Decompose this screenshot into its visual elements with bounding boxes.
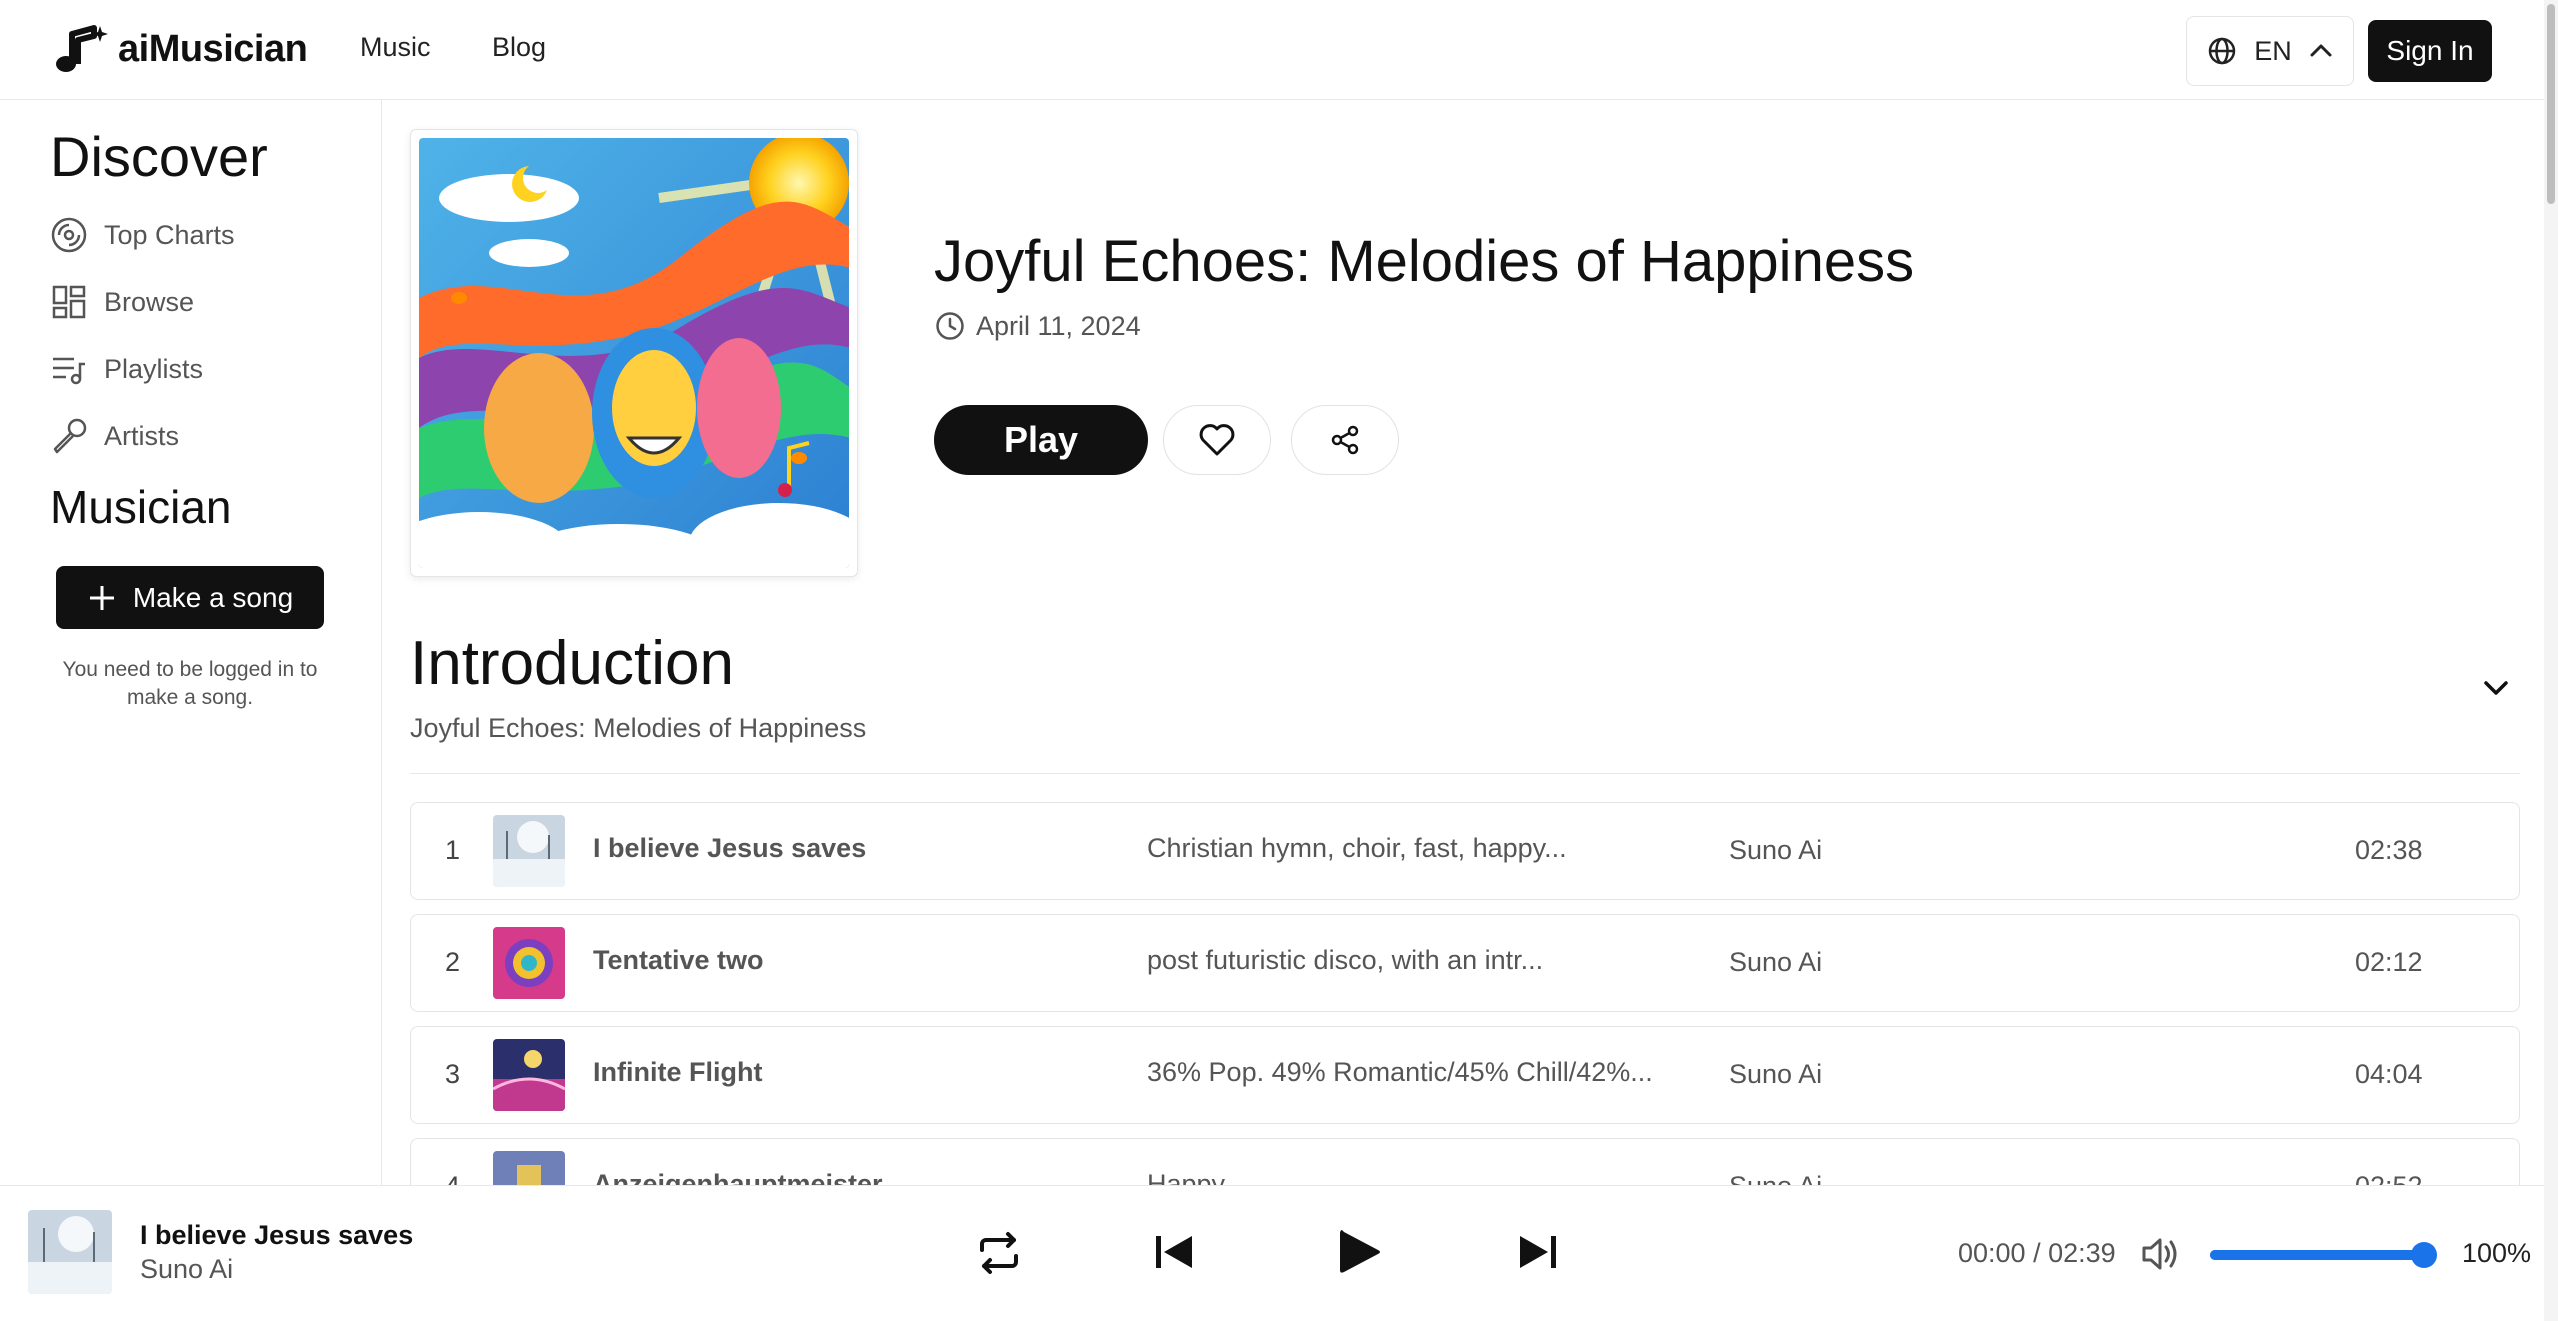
track-number: 1 — [445, 835, 461, 865]
nav-blog[interactable]: Blog — [492, 32, 546, 63]
track-duration: 02:38 — [2355, 835, 2423, 865]
language-label: EN — [2254, 35, 2292, 66]
repeat-button[interactable] — [974, 1228, 1024, 1283]
track-name: I believe Jesus saves — [593, 833, 867, 863]
album-cover — [410, 129, 858, 577]
album-art — [419, 138, 849, 568]
share-icon — [1331, 425, 1359, 455]
expand-introduction-button[interactable] — [2478, 670, 2514, 711]
track-artist: Suno Ai — [1729, 835, 1823, 865]
track-artist: Suno Ai — [1729, 947, 1823, 977]
now-playing-title: I believe Jesus saves — [140, 1220, 414, 1250]
song-date: April 11, 2024 — [934, 310, 1141, 342]
make-song-label: Make a song — [132, 581, 294, 613]
track-duration: 04:04 — [2355, 1059, 2423, 1089]
make-song-button[interactable]: Make a song — [56, 566, 324, 629]
scrollbar[interactable] — [2544, 0, 2558, 1321]
track-number: 2 — [445, 947, 461, 977]
play-pause-button[interactable] — [1334, 1226, 1384, 1283]
next-button[interactable] — [1516, 1230, 1560, 1279]
introduction-heading: Introduction — [410, 629, 734, 698]
track-description: post futuristic disco, with an intr... — [1147, 945, 1544, 975]
sidebar: Discover Top Charts Browse Playlists Art… — [0, 100, 382, 1185]
volume-fill — [2210, 1250, 2424, 1260]
chevron-down-icon — [2484, 681, 2508, 695]
track-description: 36% Pop. 49% Romantic/45% Chill/42%... — [1147, 1057, 1653, 1087]
playlist-icon — [53, 357, 85, 385]
discover-heading: Discover — [50, 125, 268, 188]
sidebar-item-label: Browse — [104, 286, 195, 317]
sidebar-item-top-charts[interactable]: Top Charts — [50, 216, 235, 254]
language-selector[interactable]: EN — [2186, 16, 2354, 86]
now-playing-artist: Suno Ai — [140, 1254, 234, 1284]
volume-percent: 100% — [2462, 1238, 2532, 1268]
track-row[interactable]: 1 I believe Jesus saves Christian hymn, … — [410, 802, 2520, 900]
track-number: 3 — [445, 1059, 461, 1089]
now-playing-thumbnail — [28, 1210, 112, 1294]
disc-icon — [51, 217, 87, 253]
track-thumbnail — [493, 815, 565, 887]
musician-heading: Musician — [50, 481, 232, 533]
track-name: Tentative two — [593, 945, 764, 975]
sidebar-item-browse[interactable]: Browse — [50, 283, 194, 321]
play-icon — [1340, 1230, 1380, 1273]
previous-button[interactable] — [1152, 1230, 1196, 1279]
top-header: aiMusician Music Blog EN Sign In — [0, 0, 2544, 100]
volume-slider[interactable] — [2210, 1242, 2437, 1268]
nav-music[interactable]: Music — [360, 32, 431, 63]
playback-time: 00:00 / 02:39 — [1958, 1238, 2116, 1268]
track-artist: Suno Ai — [1729, 1059, 1823, 1089]
player-bar: I believe Jesus saves Suno Ai 00:00 / 02… — [0, 1185, 2544, 1321]
play-button[interactable]: Play — [934, 405, 1148, 475]
plus-icon — [89, 585, 114, 610]
track-thumbnail — [493, 1039, 565, 1111]
sidebar-item-label: Top Charts — [104, 219, 235, 250]
sidebar-item-label: Playlists — [104, 353, 204, 384]
grid-icon — [52, 285, 86, 319]
music-note-sparkle-icon — [56, 25, 108, 72]
logo[interactable]: aiMusician — [54, 22, 308, 76]
track-row[interactable]: 3 Infinite Flight 36% Pop. 49% Romantic/… — [410, 1026, 2520, 1124]
song-title: Joyful Echoes: Melodies of Happiness — [934, 229, 1915, 294]
repeat-icon — [980, 1232, 1018, 1274]
skip-forward-icon — [1520, 1236, 1556, 1268]
logo-text: aiMusician — [118, 27, 308, 70]
microphone-icon — [53, 418, 87, 454]
track-duration: 02:12 — [2355, 947, 2423, 977]
date-text: April 11, 2024 — [976, 310, 1141, 341]
introduction-subtitle: Joyful Echoes: Melodies of Happiness — [410, 713, 867, 743]
heart-icon — [1199, 424, 1235, 456]
sidebar-item-playlists[interactable]: Playlists — [50, 350, 203, 388]
clock-icon — [936, 312, 964, 340]
chevron-up-icon — [2310, 44, 2332, 57]
globe-icon — [2208, 37, 2236, 65]
volume-handle[interactable] — [2411, 1242, 2437, 1268]
scrollbar-thumb[interactable] — [2547, 4, 2555, 204]
like-button[interactable] — [1163, 405, 1271, 475]
sidebar-item-artists[interactable]: Artists — [50, 417, 179, 455]
track-description: Christian hymn, choir, fast, happy... — [1147, 833, 1567, 863]
volume-icon — [2142, 1238, 2177, 1270]
login-note: You need to be logged in to make a song. — [62, 658, 318, 709]
share-button[interactable] — [1291, 405, 1399, 475]
track-thumbnail — [493, 927, 565, 999]
skip-back-icon — [1156, 1236, 1192, 1268]
divider — [410, 773, 2520, 774]
track-name: Infinite Flight — [593, 1057, 763, 1087]
sign-in-button[interactable]: Sign In — [2368, 20, 2492, 82]
mute-button[interactable] — [2138, 1232, 2182, 1281]
sidebar-item-label: Artists — [104, 420, 180, 451]
track-row[interactable]: 2 Tentative two post futuristic disco, w… — [410, 914, 2520, 1012]
